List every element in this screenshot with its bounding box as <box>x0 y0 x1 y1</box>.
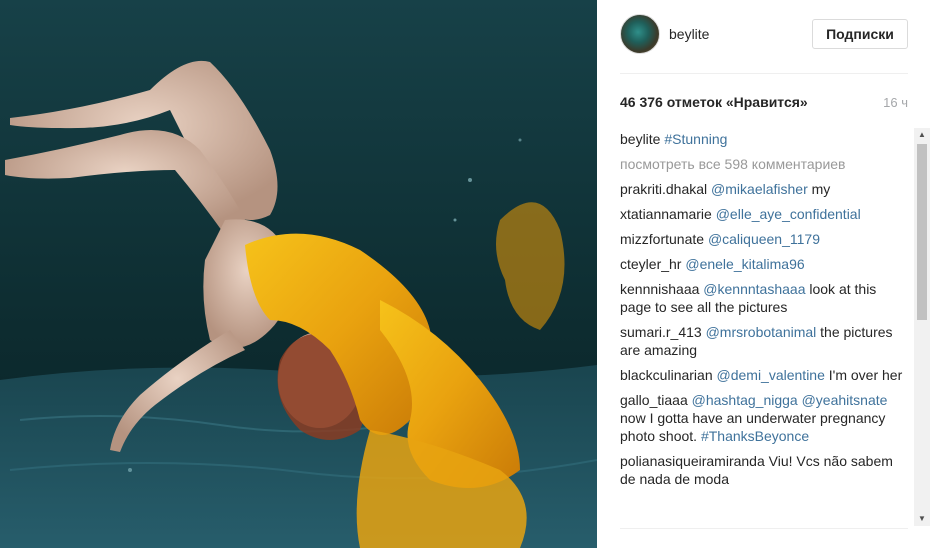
comment-item: xtatiannamarie @elle_aye_confidential <box>620 205 910 223</box>
post-photo[interactable] <box>0 0 597 548</box>
comment-item: polianasiqueiramiranda Viu! Vcs não sabe… <box>620 452 910 488</box>
comment-item: gallo_tiaaa @hashtag_nigga @yeahitsnate … <box>620 391 910 445</box>
comment-items: prakriti.dhakal @mikaelafisher my xtatian… <box>620 180 910 488</box>
post-time[interactable]: 16 ч <box>883 95 908 110</box>
likes-count[interactable]: 46 376 отметок «Нравится» <box>620 94 808 110</box>
bottom-divider <box>620 528 908 529</box>
comment-mention-link[interactable]: @elle_aye_confidential <box>716 206 861 222</box>
comment-username[interactable]: prakriti.dhakal <box>620 181 707 197</box>
comments-scrollbar[interactable]: ▲ ▼ <box>914 128 930 526</box>
caption: beylite #Stunning <box>620 130 910 148</box>
post-header: beylite Подписки <box>620 14 908 74</box>
comment-username[interactable]: cteyler_hr <box>620 256 681 272</box>
comment-item: mizzfortunate @caliqueen_1179 <box>620 230 910 248</box>
comment-text: my <box>807 181 831 197</box>
comment-username[interactable]: mizzfortunate <box>620 231 704 247</box>
comment-item: kennnishaaa @kennntashaaa look at this p… <box>620 280 910 316</box>
comment-mention-link[interactable]: @demi_valentine <box>717 367 825 383</box>
comment-username[interactable]: gallo_tiaaa <box>620 392 688 408</box>
comment-mention-link[interactable]: @hashtag_nigga <box>692 392 798 408</box>
comment-item: prakriti.dhakal @mikaelafisher my <box>620 180 910 198</box>
comment-username[interactable]: polianasiqueiramiranda <box>620 453 765 469</box>
triangle-up-icon[interactable]: ▲ <box>914 128 930 142</box>
caption-hashtag[interactable]: #Stunning <box>664 131 727 147</box>
post-side-panel: beylite Подписки 46 376 отметок «Нравитс… <box>597 0 932 548</box>
comment-mention-link[interactable]: @kennntashaaa <box>703 281 805 297</box>
comment-text: I'm over her <box>824 367 903 383</box>
comment-mention-link[interactable]: #ThanksBeyonce <box>701 428 809 444</box>
comment-mention-link[interactable]: @yeahitsnate <box>802 392 888 408</box>
comment-username[interactable]: kennnishaaa <box>620 281 699 297</box>
comment-mention-link[interactable]: @mikaelafisher <box>711 181 808 197</box>
triangle-down-icon[interactable]: ▼ <box>914 512 930 526</box>
scrollbar-thumb[interactable] <box>917 144 927 320</box>
follow-button[interactable]: Подписки <box>812 19 908 49</box>
comments-list: beylite #Stunning посмотреть все 598 ком… <box>620 130 910 526</box>
underwater-photo-image <box>0 0 597 548</box>
comment-username[interactable]: blackculinarian <box>620 367 713 383</box>
comment-mention-link[interactable]: @enele_kitalima96 <box>685 256 804 272</box>
comment-mention-link[interactable]: @mrsrobotanimal <box>706 324 817 340</box>
header-username[interactable]: beylite <box>669 26 709 42</box>
comment-username[interactable]: xtatiannamarie <box>620 206 712 222</box>
avatar[interactable] <box>620 14 660 54</box>
comment-item: sumari.r_413 @mrsrobotanimal the picture… <box>620 323 910 359</box>
comment-mention-link[interactable]: @caliqueen_1179 <box>708 231 820 247</box>
comment-username[interactable]: sumari.r_413 <box>620 324 702 340</box>
comment-username[interactable]: beylite <box>620 131 660 147</box>
view-all-comments-link[interactable]: посмотреть все 598 комментариев <box>620 155 910 173</box>
comment-item: cteyler_hr @enele_kitalima96 <box>620 255 910 273</box>
comment-item: blackculinarian @demi_valentine I'm over… <box>620 366 910 384</box>
